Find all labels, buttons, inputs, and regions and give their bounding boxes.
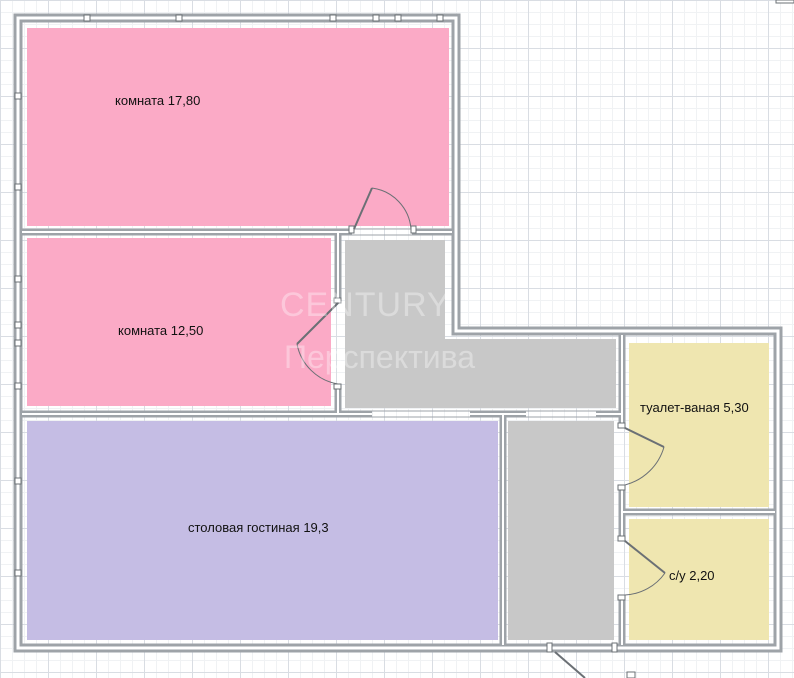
room-label-wc: с/у 2,20 [669,568,715,583]
room-komnata-17-fill [27,28,449,226]
room-label-bath: туалет-ваная 5,30 [640,400,749,415]
hall-fill [345,240,616,408]
room-label-living: столовая гостиная 19,3 [188,520,329,535]
room-label-komnata-17: комната 17,80 [115,93,201,108]
corridor-fill [508,421,614,640]
room-bath-fill [629,343,769,507]
room-komnata-12-fill [27,238,331,406]
room-label-komnata-12: комната 12,50 [118,323,204,338]
